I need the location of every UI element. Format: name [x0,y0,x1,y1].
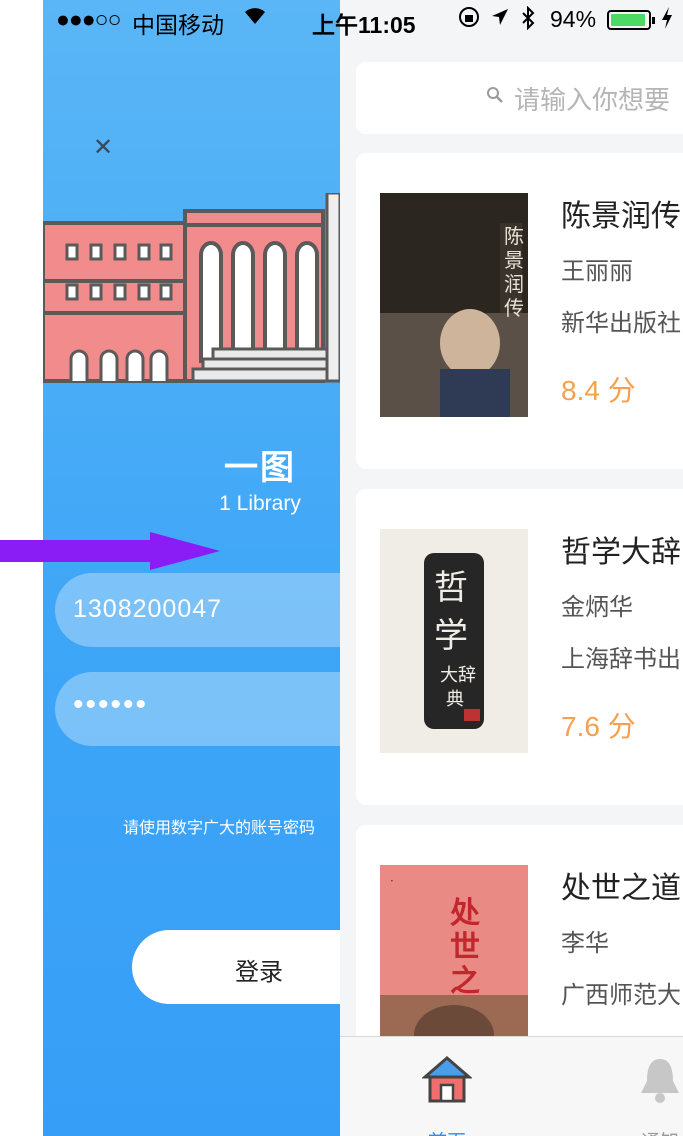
tab-notify-label: 通知 [625,1127,683,1136]
svg-text:景: 景 [504,248,524,272]
svg-text:大辞: 大辞 [440,665,476,686]
book-rating: 8.4 分 [561,374,636,407]
battery-percent: 94% [550,6,597,32]
book-publisher: 新华出版社 [561,309,681,337]
phone-field[interactable]: 1308200047 [55,573,340,647]
svg-text:学: 学 [434,616,468,656]
carrier-name: 中国移动 [132,12,224,38]
wifi-icon [242,2,268,34]
book-card[interactable]: 陈景润传 陈景润传 王丽丽 新华出版社 8.4 分 [356,153,683,469]
rotation-lock-icon [458,6,480,34]
clock: 上午11:05 [312,12,416,38]
battery-icon [607,10,655,30]
book-publisher: 上海辞书出 [561,645,681,673]
charging-icon [660,6,674,36]
signal-strength: ●●●○○ [56,6,121,32]
book-cover: 哲 学 大辞 典 [380,529,528,753]
book-card[interactable]: 哲 学 大辞 典 哲学大辞 金炳华 上海辞书出 7.6 分 [356,489,683,805]
svg-text:典: 典 [446,689,464,710]
book-title: 哲学大辞 [561,535,681,570]
bell-icon [641,1059,679,1103]
search-icon [487,87,503,103]
book-publisher: 广西师范大 [561,981,681,1009]
svg-text:世: 世 [450,930,480,965]
tab-bar: 首页 通知 [340,1036,683,1136]
search-placeholder: 请输入你想要 [514,86,671,116]
password-field[interactable]: •••••• [55,672,340,746]
app-title: 一图 [224,448,296,488]
close-icon[interactable]: ✕ [93,133,113,161]
phone-value: 1308200047 [73,595,223,623]
login-hint: 请使用数字广大的账号密码 [123,818,316,837]
login-button-label: 登录 [235,958,283,986]
svg-text:处: 处 [449,896,480,931]
app-subtitle: 1 Library [219,492,301,515]
login-button[interactable]: 登录 [132,930,340,1004]
svg-text:·: · [390,874,394,888]
svg-text:陈: 陈 [504,224,524,248]
status-bar: ●●●○○ 中国移动 上午11:05 94% [0,0,683,40]
book-author: 李华 [561,929,609,957]
home-icon [422,1056,472,1103]
svg-text:哲: 哲 [434,568,468,608]
library-illustration [43,193,340,383]
search-input[interactable]: 请输入你想要 [356,62,683,134]
tab-home-label: 首页 [412,1127,482,1136]
book-title: 陈景润传 [561,199,681,234]
book-author: 金炳华 [561,593,633,621]
home-panel: 请输入你想要 陈景润传 陈景润传 王丽丽 新华出版社 8.4 分 哲 学 大辞 [340,0,683,1136]
book-title: 处世之道 [561,871,681,906]
password-value: •••••• [73,688,149,721]
location-icon [490,6,510,33]
svg-text:之: 之 [450,964,480,999]
arrow-icon [0,532,220,570]
book-cover: 陈景润传 [380,193,528,417]
bluetooth-icon [520,5,536,36]
book-author: 王丽丽 [561,257,633,285]
book-rating: 7.6 分 [561,710,636,743]
svg-text:润: 润 [504,272,524,296]
svg-text:传: 传 [504,296,524,320]
